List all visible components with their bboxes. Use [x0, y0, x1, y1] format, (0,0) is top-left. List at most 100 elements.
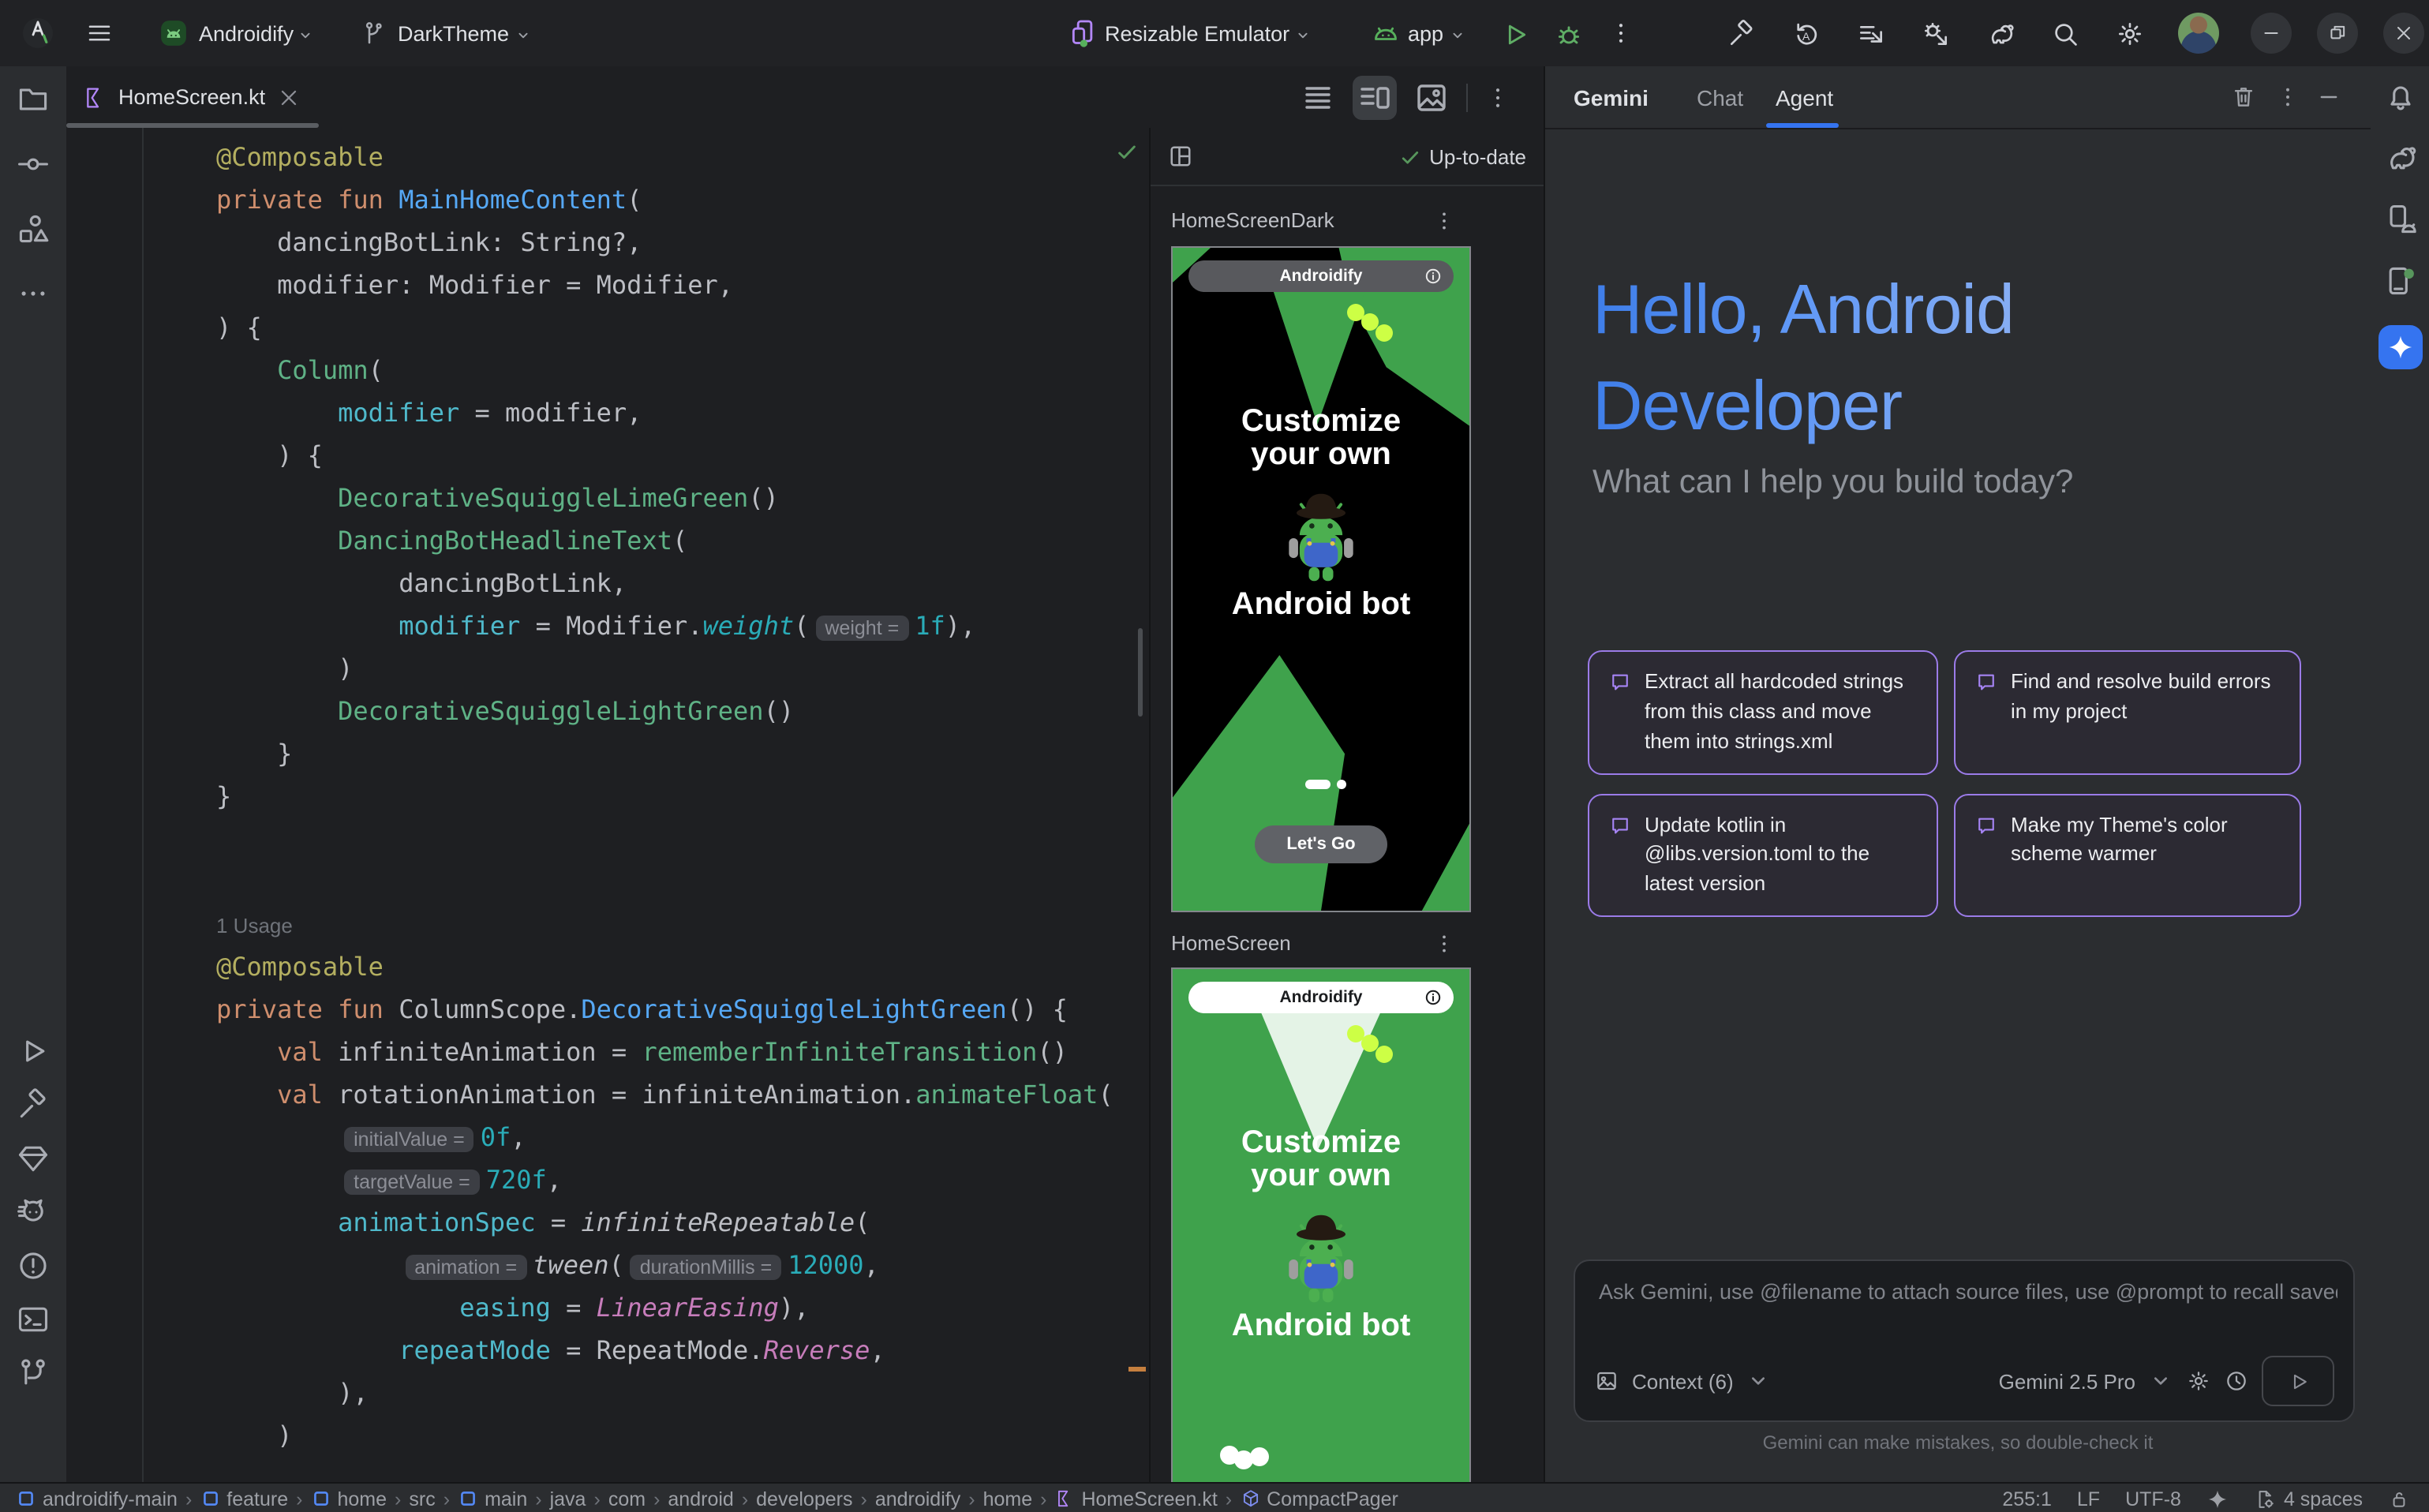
- breadcrumb-item[interactable]: feature: [200, 1488, 288, 1510]
- status-widget-gemini-spark[interactable]: [2206, 1488, 2229, 1510]
- inlay-hint[interactable]: animation =: [405, 1255, 526, 1280]
- code-line[interactable]: val infiniteAnimation = rememberInfinite…: [216, 1031, 1143, 1073]
- code-line[interactable]: val rotationAnimation = infiniteAnimatio…: [216, 1073, 1143, 1116]
- chevron-down-icon[interactable]: [1449, 27, 1466, 44]
- sidebar-item-gradle[interactable]: [2383, 140, 2418, 175]
- inlay-hint[interactable]: initialValue =: [344, 1127, 474, 1152]
- preview-layout-icon[interactable]: [1166, 142, 1195, 170]
- breadcrumb-item[interactable]: androidify: [875, 1488, 960, 1510]
- breadcrumb-item[interactable]: com: [608, 1488, 646, 1510]
- scrollbar-warning-mark[interactable]: [1128, 1367, 1146, 1372]
- breadcrumb-item[interactable]: main: [458, 1488, 527, 1510]
- code-line[interactable]: animationSpec = infiniteRepeatable(: [216, 1201, 1143, 1244]
- sidebar-item-structure[interactable]: [16, 211, 51, 246]
- chevron-down-icon[interactable]: [1294, 27, 1312, 44]
- preview-menu-icon[interactable]: [1432, 208, 1457, 234]
- build-hammer-icon[interactable]: [1727, 18, 1757, 48]
- preview-homescreendark-surface[interactable]: Androidify Customize your own Android bo…: [1173, 248, 1469, 911]
- breadcrumb-item[interactable]: CompactPager: [1240, 1488, 1398, 1510]
- code-line[interactable]: DancingBotHeadlineText(: [216, 519, 1143, 562]
- avatar[interactable]: [2178, 13, 2219, 54]
- window-close-button[interactable]: [2383, 13, 2424, 54]
- suggestion-card[interactable]: Find and resolve build errors in my proj…: [1954, 650, 2301, 774]
- gemini-settings-icon[interactable]: [2186, 1368, 2211, 1394]
- sidebar-item-problems[interactable]: [16, 1248, 51, 1283]
- status-widget[interactable]: LF: [2077, 1488, 2100, 1510]
- device-selector[interactable]: Resizable Emulator: [1105, 0, 1289, 66]
- history-clock-icon[interactable]: [2224, 1368, 2249, 1394]
- preview-title-homescreen[interactable]: HomeScreen: [1171, 931, 1291, 955]
- breadcrumb-item[interactable]: java: [550, 1488, 586, 1510]
- profiler-icon[interactable]: [1856, 18, 1886, 48]
- clear-chat-trash-icon[interactable]: [2230, 84, 2257, 110]
- status-widget-indent-ai[interactable]: 4 spaces: [2254, 1488, 2363, 1510]
- preview-menu-icon[interactable]: [1432, 931, 1457, 956]
- context-selector[interactable]: Context (6): [1632, 1369, 1734, 1393]
- code-content[interactable]: @Composableprivate fun MainHomeContent( …: [216, 136, 1143, 1457]
- sidebar-item-play-outline[interactable]: [16, 1034, 51, 1069]
- preview-title-homescreendark[interactable]: HomeScreenDark: [1171, 208, 1334, 232]
- code-line[interactable]: initialValue =0f,: [216, 1116, 1143, 1158]
- lets-go-button[interactable]: Let's Go: [1255, 825, 1387, 863]
- inlay-hint[interactable]: weight =: [815, 616, 908, 641]
- view-preview-only-icon[interactable]: [1409, 75, 1454, 119]
- sidebar-item-git[interactable]: [16, 1356, 51, 1390]
- pre[interactable]: Androidify Customize your own Android bo…: [1171, 967, 1471, 1482]
- sidebar-item-logcat[interactable]: [16, 1195, 51, 1229]
- gradle-icon[interactable]: [1985, 18, 2015, 48]
- sidebar-item-commit[interactable]: [16, 147, 51, 182]
- suggestion-card[interactable]: Make my Theme's color scheme warmer: [1954, 793, 2301, 917]
- chevron-down-icon[interactable]: [2148, 1368, 2173, 1394]
- inlay-hint[interactable]: durationMillis =: [631, 1255, 781, 1280]
- panel-options-icon[interactable]: [2274, 84, 2301, 110]
- sidebar-item-gemini-active[interactable]: [2378, 325, 2423, 369]
- code-line[interactable]: }: [216, 732, 1143, 775]
- code-editor[interactable]: @Composableprivate fun MainHomeContent( …: [66, 128, 1149, 1482]
- breadcrumb-item[interactable]: src: [409, 1488, 435, 1510]
- status-widget-lock-open[interactable]: [2388, 1488, 2410, 1510]
- code-line[interactable]: modifier = modifier,: [216, 391, 1143, 434]
- breadcrumb-item[interactable]: androidify-main: [16, 1488, 178, 1510]
- code-line[interactable]: ): [216, 1414, 1143, 1457]
- status-widget[interactable]: UTF-8: [2125, 1488, 2181, 1510]
- suggestion-card[interactable]: Update kotlin in @libs.version.toml to t…: [1588, 793, 1938, 917]
- run-config-selector[interactable]: app: [1408, 0, 1443, 66]
- settings-icon[interactable]: [2115, 18, 2145, 48]
- editor-scrollbar-thumb[interactable]: [1138, 628, 1143, 717]
- debug-button[interactable]: [1553, 19, 1585, 51]
- sidebar-item-build-hammer[interactable]: [16, 1087, 51, 1122]
- view-code-only-icon[interactable]: [1296, 75, 1340, 119]
- code-line[interactable]: ) {: [216, 434, 1143, 477]
- main-menu-icon[interactable]: [85, 19, 114, 47]
- debug-attach-icon[interactable]: [1921, 18, 1951, 48]
- pre[interactable]: Androidify Customize your own Android bo…: [1171, 246, 1471, 912]
- project-selector[interactable]: Androidify: [199, 0, 294, 66]
- tab-chat[interactable]: Chat: [1697, 66, 1743, 128]
- tab-agent[interactable]: Agent: [1776, 66, 1833, 128]
- run-button[interactable]: [1499, 19, 1531, 51]
- code-line[interactable]: ),: [216, 1372, 1143, 1414]
- gemini-prompt-box[interactable]: Ask Gemini, use @filename to attach sour…: [1574, 1259, 2355, 1422]
- code-line[interactable]: DecorativeSquiggleLimeGreen(): [216, 477, 1143, 519]
- code-line[interactable]: ): [216, 647, 1143, 690]
- preview-build-status[interactable]: Up-to-date: [1398, 128, 1526, 185]
- code-line[interactable]: modifier: Modifier = Modifier,: [216, 264, 1143, 306]
- preview-homescreen-surface[interactable]: Androidify Customize your own Android bo…: [1173, 969, 1469, 1482]
- attach-image-icon[interactable]: [1594, 1368, 1619, 1394]
- sync-a-icon[interactable]: A: [1791, 18, 1821, 48]
- code-line[interactable]: easing = LinearEasing),: [216, 1286, 1143, 1329]
- code-line[interactable]: targetValue =720f,: [216, 1158, 1143, 1201]
- model-selector[interactable]: Gemini 2.5 Pro: [1999, 1369, 2135, 1393]
- code-line[interactable]: [216, 860, 1143, 903]
- breadcrumb-item[interactable]: HomeScreen.kt: [1054, 1488, 1217, 1510]
- code-line[interactable]: private fun ColumnScope.DecorativeSquigg…: [216, 988, 1143, 1031]
- code-line[interactable]: dancingBotLink,: [216, 562, 1143, 604]
- vcs-branch-selector[interactable]: DarkTheme: [398, 0, 509, 66]
- sidebar-item-bell[interactable]: [2383, 79, 2418, 114]
- inspections-ok-icon[interactable]: [1114, 139, 1140, 164]
- code-line[interactable]: @Composable: [216, 136, 1143, 178]
- chevron-down-icon[interactable]: [1746, 1368, 1772, 1394]
- code-line[interactable]: ) {: [216, 306, 1143, 349]
- suggestion-card[interactable]: Extract all hardcoded strings from this …: [1588, 650, 1938, 774]
- code-line[interactable]: private fun MainHomeContent(: [216, 178, 1143, 221]
